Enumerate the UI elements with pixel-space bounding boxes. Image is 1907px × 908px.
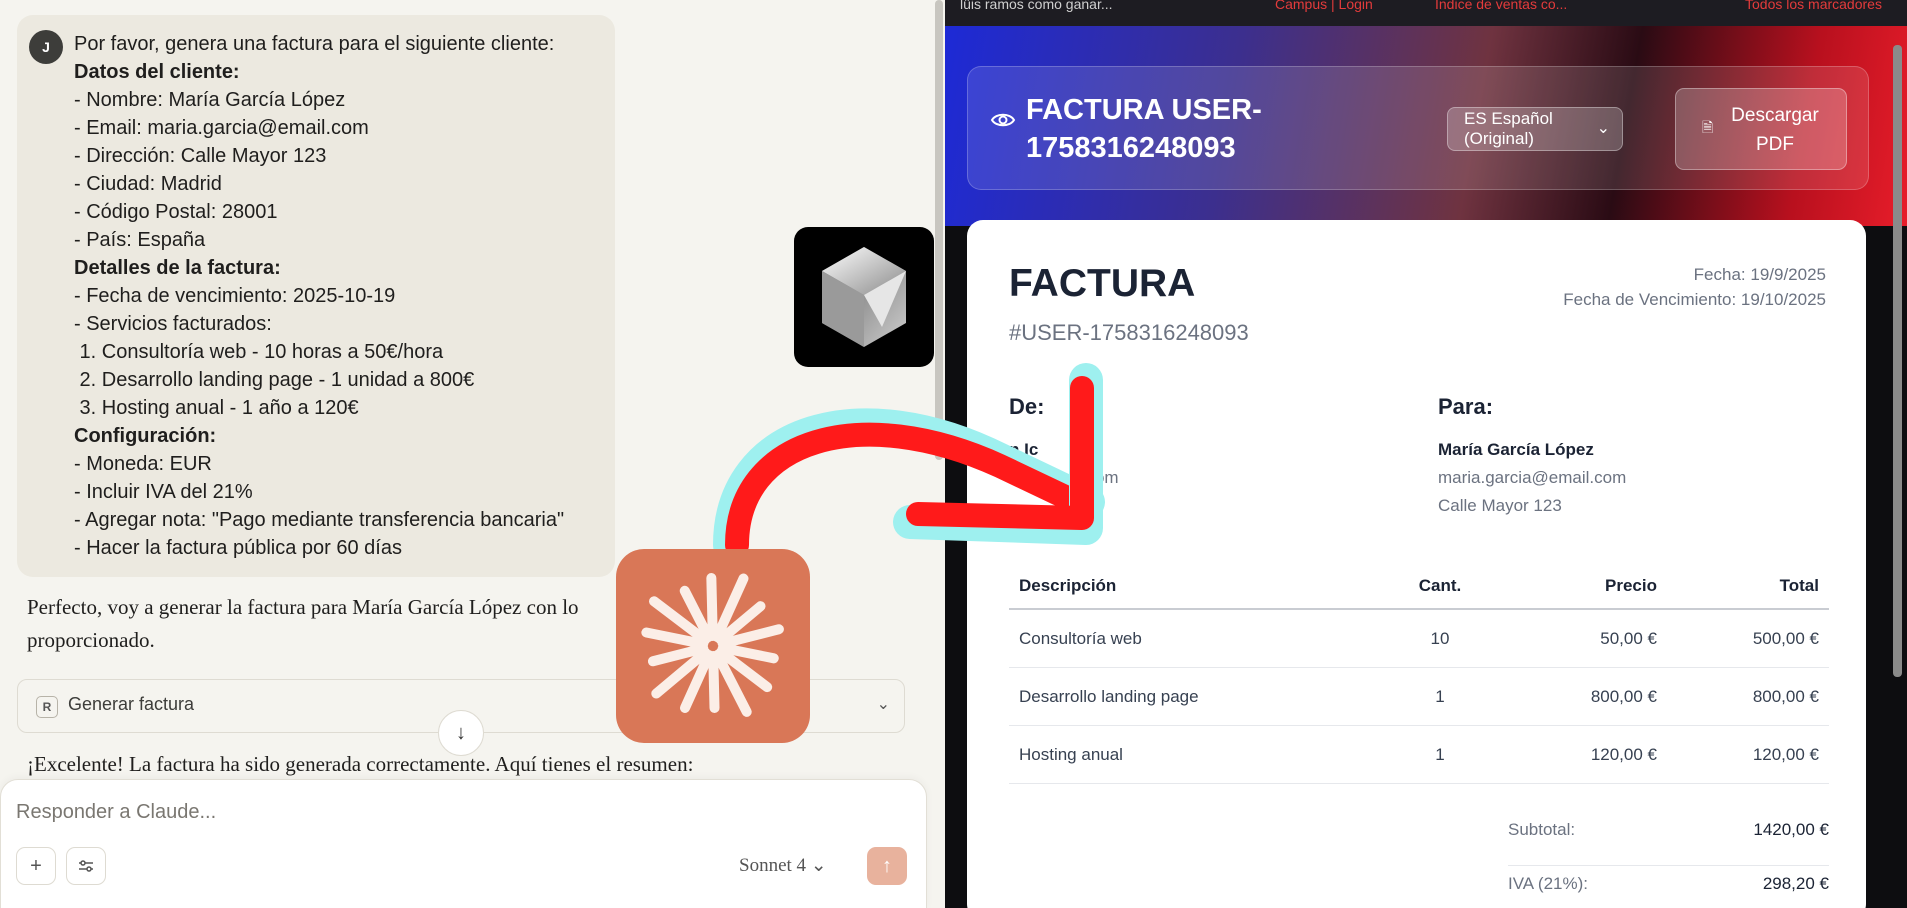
item-description: Hosting anual [1009, 725, 1384, 784]
composer-placeholder[interactable]: Responder a Claude... [16, 801, 216, 824]
invoice-number: #USER-1758316248093 [1009, 320, 1249, 345]
item-total: 120,00 € [1658, 725, 1829, 784]
chevron-down-icon: ⌄ [1596, 120, 1610, 137]
user-message-line: 1. Consultoría web - 10 horas a 50€/hora [74, 341, 444, 363]
user-message-line: - País: España [74, 229, 206, 251]
user-message-line: - Agregar nota: "Pago mediante transfere… [74, 509, 565, 531]
user-message-line: Por favor, genera una factura para el si… [74, 33, 555, 55]
tool-label: Generar factura [68, 694, 195, 714]
tool-badge: R [36, 696, 58, 718]
item-quantity: 1 [1384, 725, 1496, 784]
table-row: Consultoría web 10 50,00 € 500,00 € [1009, 609, 1829, 668]
header-banner: FACTURA USER-1758316248093 ES Español (O… [945, 26, 1907, 226]
header-card: FACTURA USER-1758316248093 ES Español (O… [967, 66, 1869, 190]
user-message-line: - Email: maria.garcia@email.com [74, 117, 369, 139]
assistant-reply-line-2: proporcionado. [27, 628, 155, 652]
to-details: María García López maria.garcia@email.co… [1438, 436, 1626, 520]
subtotal-value: 1420,00 € [1753, 820, 1829, 839]
invoice-dates: Fecha: 19/9/2025 Fecha de Vencimiento: 1… [1563, 262, 1826, 312]
table-header: Descripción Cant. Precio Total [1009, 564, 1829, 610]
item-description: Consultoría web [1009, 609, 1384, 668]
download-label: Descargar PDF [1731, 105, 1819, 155]
to-email: maria.garcia@email.com [1438, 468, 1627, 487]
page-scrollbar[interactable] [1893, 45, 1902, 677]
user-message-line: - Dirección: Calle Mayor 123 [74, 145, 327, 167]
file-icon: 🗎 [1702, 119, 1714, 135]
tax-value: 298,20 € [1762, 874, 1829, 893]
subtotal-label: Subtotal: [1508, 820, 1576, 839]
send-button[interactable]: ↑ [867, 847, 907, 885]
assistant-result-text: ¡Excelente! La factura ha sido generada … [27, 752, 694, 776]
cube-logo-icon [794, 227, 934, 367]
chevron-down-icon: ⌄ [810, 855, 827, 876]
language-select[interactable]: ES Español (Original) ⌄ [1447, 107, 1623, 151]
download-pdf-button[interactable]: 🗎 Descargar PDF [1675, 88, 1847, 170]
invoice-date: Fecha: 19/9/2025 [1693, 265, 1826, 284]
tax-label: IVA (21%): [1508, 874, 1588, 893]
assistant-reply-line-1: Perfecto, voy a generar la factura para … [27, 595, 579, 619]
user-message-line: - Hacer la factura pública por 60 días [74, 537, 402, 559]
column-header: Total [1658, 564, 1829, 610]
claude-logo-icon [616, 549, 810, 743]
to-label: Para: [1438, 394, 1494, 419]
invoice-heading: FACTURA [1009, 262, 1196, 305]
table-row: Hosting anual 1 120,00 € 120,00 € [1009, 725, 1829, 784]
page-title: FACTURA USER-1758316248093 [1026, 94, 1262, 164]
message-composer[interactable]: Responder a Claude... + Sonnet 4 ⌄ ↑ [0, 779, 927, 908]
item-description: Desarrollo landing page [1009, 667, 1384, 726]
user-message-line: - Código Postal: 28001 [74, 201, 278, 223]
user-message-line: - Fecha de vencimiento: 2025-10-19 [74, 285, 396, 307]
model-name: Sonnet 4 [739, 855, 807, 876]
user-message-line: - Incluir IVA del 21% [74, 481, 253, 503]
bookmark-item[interactable]: lüis ramos como ganar... [960, 0, 1113, 12]
item-total: 800,00 € [1658, 667, 1829, 726]
invoice-due-date: Fecha de Vencimiento: 19/10/2025 [1563, 290, 1826, 309]
scroll-down-button[interactable]: ↓ [438, 710, 484, 756]
user-message-line: 2. Desarrollo landing page - 1 unidad a … [74, 369, 475, 391]
arrow-up-icon: ↑ [882, 854, 892, 877]
subtotal-row: Subtotal: 1420,00 € [1508, 820, 1829, 866]
item-price: 50,00 € [1496, 609, 1658, 668]
item-price: 120,00 € [1496, 725, 1658, 784]
user-message: Por favor, genera una factura para el si… [74, 30, 604, 562]
arrow-down-icon: ↓ [456, 721, 466, 744]
to-name: María García López [1438, 440, 1594, 459]
chevron-down-icon[interactable]: ⌄ [877, 694, 890, 714]
table-row: Desarrollo landing page 1 800,00 € 800,0… [1009, 667, 1829, 726]
item-total: 500,00 € [1658, 609, 1829, 668]
tax-row: IVA (21%): 298,20 € [1508, 866, 1829, 908]
column-header: Cant. [1384, 564, 1496, 610]
plus-icon: + [30, 854, 42, 877]
avatar: J [29, 30, 63, 64]
bookmark-item[interactable]: Índice de ventas co... [1435, 0, 1567, 12]
user-message-line: - Nombre: María García López [74, 89, 346, 111]
items-table: Descripción Cant. Precio Total Consultor… [1009, 564, 1829, 784]
user-message-line: - Servicios facturados: [74, 313, 272, 335]
user-message-line: - Ciudad: Madrid [74, 173, 222, 195]
user-message-line: Datos del cliente: [74, 61, 240, 83]
bookmarks-bar: lüis ramos como ganar... Campus | Login … [945, 0, 1907, 26]
column-header: Precio [1496, 564, 1658, 610]
bookmark-item[interactable]: Campus | Login [1275, 0, 1373, 12]
item-quantity: 1 [1384, 667, 1496, 726]
totals: Subtotal: 1420,00 € IVA (21%): 298,20 € [1508, 820, 1829, 908]
add-button[interactable]: + [16, 847, 56, 885]
item-quantity: 10 [1384, 609, 1496, 668]
user-message-line: Detalles de la factura: [74, 257, 281, 279]
model-selector[interactable]: Sonnet 4 ⌄ [739, 854, 827, 877]
tools-button[interactable] [66, 847, 106, 885]
bookmark-item[interactable]: Todos los marcadores [1745, 0, 1882, 12]
user-message-line: 3. Hosting anual - 1 año a 120€ [74, 397, 359, 419]
to-address: Calle Mayor 123 [1438, 496, 1562, 515]
eye-icon [990, 107, 1016, 140]
user-message-line: - Moneda: EUR [74, 453, 212, 475]
item-price: 800,00 € [1496, 667, 1658, 726]
user-message-line: Configuración: [74, 425, 217, 447]
sliders-icon [79, 860, 93, 872]
